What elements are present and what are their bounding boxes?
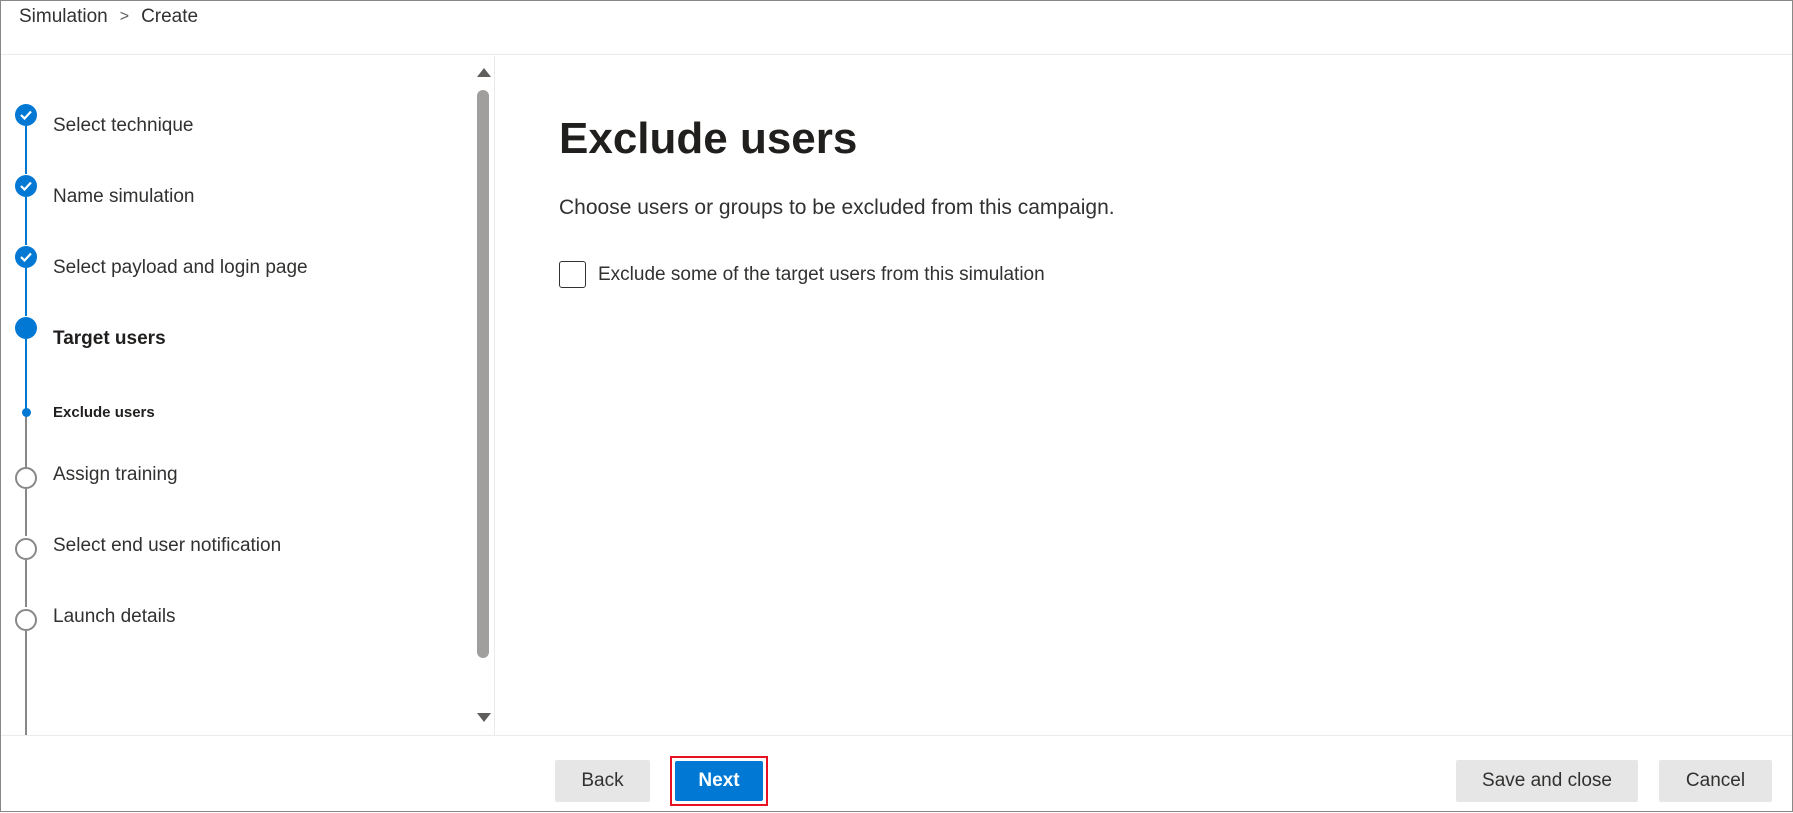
steps-scrollbar[interactable] bbox=[471, 57, 495, 735]
step-select-technique[interactable]: Select technique bbox=[53, 115, 194, 137]
step-name-simulation[interactable]: Name simulation bbox=[53, 186, 195, 208]
empty-circle-icon bbox=[15, 609, 37, 631]
save-and-close-button[interactable]: Save and close bbox=[1456, 760, 1638, 802]
step-target-users[interactable]: Target users bbox=[53, 328, 166, 350]
back-button[interactable]: Back bbox=[555, 760, 650, 802]
step-launch-details: Launch details bbox=[53, 606, 176, 627]
step-connector bbox=[25, 126, 27, 174]
current-step-icon bbox=[15, 317, 37, 339]
breadcrumb-item-create: Create bbox=[141, 6, 199, 27]
step-select-payload[interactable]: Select payload and login page bbox=[53, 257, 308, 279]
exclude-users-checkbox-label[interactable]: Exclude some of the target users from th… bbox=[598, 264, 1045, 286]
empty-circle-icon bbox=[15, 538, 37, 560]
page-title: Exclude users bbox=[559, 114, 858, 163]
breadcrumb: Simulation > Create bbox=[19, 6, 198, 28]
next-button-highlight: Next bbox=[670, 756, 768, 806]
step-connector bbox=[25, 339, 27, 409]
empty-circle-icon bbox=[15, 467, 37, 489]
page-description: Choose users or groups to be excluded fr… bbox=[559, 196, 1115, 219]
chevron-right-icon: > bbox=[119, 8, 130, 25]
wizard-window: Simulation > Create Select technique Nam… bbox=[0, 0, 1793, 812]
wizard-steps-panel: Select technique Name simulation Select … bbox=[1, 56, 495, 736]
step-connector bbox=[25, 631, 27, 736]
exclude-users-option[interactable]: Exclude some of the target users from th… bbox=[559, 261, 1045, 288]
step-connector bbox=[25, 416, 27, 468]
header: Simulation > Create bbox=[1, 1, 1792, 55]
main-content: Exclude users Choose users or groups to … bbox=[496, 56, 1792, 736]
current-substep-dot-icon bbox=[22, 408, 31, 417]
substep-exclude-users[interactable]: Exclude users bbox=[53, 404, 155, 421]
cancel-button[interactable]: Cancel bbox=[1659, 760, 1772, 802]
step-connector bbox=[25, 489, 27, 536]
step-connector bbox=[25, 560, 27, 607]
check-circle-icon bbox=[15, 246, 37, 268]
step-end-user-notification: Select end user notification bbox=[53, 535, 282, 556]
check-circle-icon bbox=[15, 104, 37, 126]
scroll-down-arrow-icon[interactable] bbox=[477, 713, 491, 722]
exclude-users-checkbox[interactable] bbox=[559, 261, 586, 288]
footer: Back Next Save and close Cancel bbox=[1, 735, 1792, 813]
scroll-thumb[interactable] bbox=[477, 90, 489, 658]
step-assign-training: Assign training bbox=[53, 464, 178, 485]
step-connector bbox=[25, 268, 27, 316]
step-connector bbox=[25, 197, 27, 245]
next-button[interactable]: Next bbox=[675, 761, 763, 801]
breadcrumb-item-simulation[interactable]: Simulation bbox=[19, 6, 108, 28]
scroll-up-arrow-icon[interactable] bbox=[477, 68, 491, 77]
check-circle-icon bbox=[15, 175, 37, 197]
